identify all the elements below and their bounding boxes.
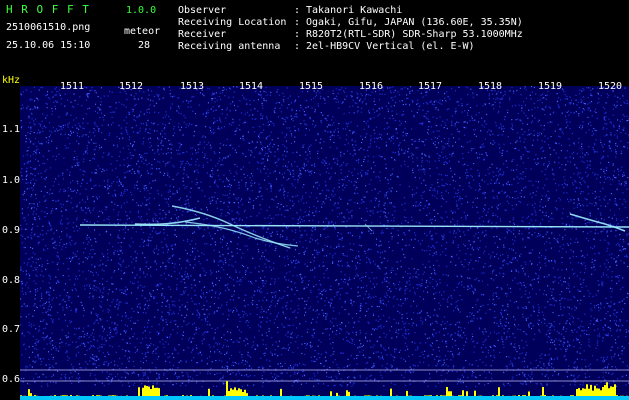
info-label-observer: Observer: [178, 5, 227, 16]
info-value-observer: Takanori Kawachi: [306, 5, 403, 16]
info-sep-observer: :: [294, 5, 301, 16]
info-value-receiver: R820T2(RTL-SDR) SDR-Sharp 53.1000MHz: [306, 29, 523, 40]
info-label-antenna: Receiving antenna: [178, 41, 281, 52]
y-tick-1.0: 1.0: [2, 175, 21, 186]
date-time: 25.10.06 15:10: [6, 40, 91, 51]
file-name: 2510061510.png: [6, 22, 91, 33]
info-sep-antenna: :: [294, 41, 301, 52]
info-label-location: Receiving Location: [178, 17, 287, 28]
meteor-count: 28: [138, 40, 151, 51]
header-panel: H R O F F T 1.0.0 2510061510.png meteor …: [0, 0, 629, 56]
info-value-antenna: 2el-HB9CV Vertical (el. E-W): [306, 41, 475, 52]
y-tick-0.9: 0.9: [2, 225, 21, 236]
y-tick-0.7: 0.7: [2, 324, 21, 335]
y-tick-0.6: 0.6: [2, 374, 21, 385]
y-tick-1.1: 1.1: [2, 124, 21, 135]
app-name: H R O F F T: [6, 3, 90, 16]
x-tick-1515: 1515: [299, 81, 324, 92]
x-tick-1518: 1518: [478, 81, 503, 92]
meteor-label: meteor: [124, 26, 161, 37]
histogram-baseline: [20, 396, 629, 400]
x-tick-1520: 1520: [598, 81, 623, 92]
x-tick-1511: 1511: [60, 81, 85, 92]
x-tick-1517: 1517: [418, 81, 443, 92]
x-tick-1513: 1513: [180, 81, 205, 92]
x-tick-1512: 1512: [119, 81, 144, 92]
info-label-receiver: Receiver: [178, 29, 227, 40]
app-version: 1.0.0: [126, 5, 157, 16]
info-value-location: Ogaki, Gifu, JAPAN (136.60E, 35.35N): [306, 17, 523, 28]
x-tick-1519: 1519: [538, 81, 563, 92]
y-tick-0.8: 0.8: [2, 275, 21, 286]
spectrogram: [0, 56, 629, 400]
info-sep-receiver: :: [294, 29, 301, 40]
x-tick-1516: 1516: [359, 81, 384, 92]
y-unit-label: kHz: [2, 75, 21, 86]
info-sep-location: :: [294, 17, 301, 28]
x-tick-1514: 1514: [239, 81, 264, 92]
